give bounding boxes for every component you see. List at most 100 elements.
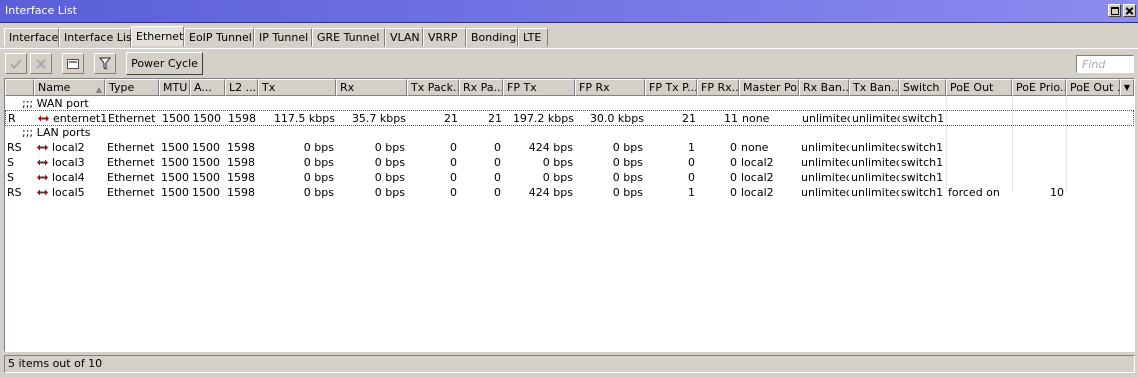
- cell-fp-rx: 0 bps: [612, 171, 643, 184]
- tab-bonding[interactable]: Bonding: [466, 28, 518, 47]
- cell-l2-mtu: 1598: [227, 186, 255, 199]
- cell-tx: 0 bps: [303, 156, 334, 169]
- close-icon[interactable]: [1123, 4, 1136, 17]
- enable-button[interactable]: [5, 53, 27, 74]
- cell-poe-out-status: [1066, 170, 1120, 185]
- tab-gre-tunnel[interactable]: GRE Tunnel: [312, 28, 385, 47]
- cell-tx: 117.5 kbps: [273, 112, 335, 125]
- interface-name: local5: [52, 186, 85, 199]
- cell-actual-mtu: 1500: [193, 112, 221, 125]
- tab-vrrp[interactable]: VRRP: [423, 28, 466, 47]
- cell-flags: RS: [7, 141, 22, 154]
- cell-master-port: local2: [741, 156, 774, 169]
- cell-rx: 35.7 kbps: [351, 112, 406, 125]
- cell-rx: 0 bps: [374, 186, 405, 199]
- cell-poe-priority: [1012, 155, 1066, 170]
- power-cycle-button[interactable]: Power Cycle: [126, 52, 203, 75]
- col-master-port[interactable]: Master Port: [739, 79, 799, 96]
- col-rx-bandwidth[interactable]: Rx Ban...: [799, 79, 849, 96]
- table-row[interactable]: RS local2 Ethernet 1500 1500 1598 0 bps 0 bps 0 0…: [5, 140, 1134, 155]
- col-tx-packets[interactable]: Tx Pack...: [407, 79, 459, 96]
- cell-actual-mtu: 1500: [192, 186, 220, 199]
- cell-master-port: none: [741, 141, 769, 154]
- cell-type: Ethernet: [107, 171, 155, 184]
- maximize-icon[interactable]: [1108, 4, 1121, 17]
- cell-type: Ethernet: [107, 186, 155, 199]
- cell-tx: 0 bps: [303, 171, 334, 184]
- col-fp-rx-packets[interactable]: FP Rx...: [697, 79, 739, 96]
- cell-poe-out-status: [1066, 185, 1120, 200]
- interface-name: local4: [52, 171, 85, 184]
- cell-poe-out: forced on: [948, 186, 1000, 199]
- col-poe-out-status[interactable]: PoE Out ...: [1066, 79, 1120, 96]
- cell-fp-tx: 424 bps: [528, 186, 573, 199]
- ethernet-port-icon: [37, 112, 53, 125]
- cell-tx-packets: 0: [450, 141, 457, 154]
- section-comment-wan: ;;; WAN port: [22, 97, 89, 110]
- cell-type: Ethernet: [107, 141, 155, 154]
- col-rx-packets[interactable]: Rx Pa...: [459, 79, 503, 96]
- cell-mtu: 1500: [161, 156, 189, 169]
- toolbar: Power Cycle: [0, 48, 1138, 78]
- tab-interface[interactable]: Interface: [4, 28, 59, 47]
- filter-button[interactable]: [94, 53, 116, 74]
- table-row[interactable]: RS local5 Ethernet 1500 1500 1598 0 bps 0 bps 0 0…: [5, 185, 1134, 200]
- title-bar[interactable]: Interface List: [0, 0, 1138, 23]
- comment-button[interactable]: [62, 53, 84, 74]
- cell-name: local3: [34, 155, 105, 170]
- col-tx-bandwidth[interactable]: Tx Ban...: [849, 79, 899, 96]
- col-type[interactable]: Type: [105, 79, 159, 96]
- table-row[interactable]: Slocal4 Ethernet 1500 1500 1598 0 bps 0 bps 0 0 0…: [5, 170, 1134, 185]
- cell-fp-tx: 0 bps: [542, 171, 573, 184]
- cell-tx: 0 bps: [303, 186, 334, 199]
- col-fp-tx[interactable]: FP Tx: [503, 79, 575, 96]
- tab-interface-list[interactable]: Interface List: [59, 28, 136, 47]
- table-header: Name ▲ Type MTU A... L2 ... Tx Rx Tx Pack…: [5, 79, 1134, 96]
- cell-actual-mtu: 1500: [192, 141, 220, 154]
- status-bar: 5 items out of 10: [4, 355, 1135, 373]
- column-chooser-icon[interactable]: ▼: [1120, 79, 1134, 96]
- cell-flags: S: [7, 171, 14, 184]
- col-l2-mtu[interactable]: L2 ...: [225, 79, 258, 96]
- col-mtu[interactable]: MTU: [159, 79, 190, 96]
- cell-poe-priority: [1012, 170, 1066, 185]
- col-poe-out[interactable]: PoE Out: [946, 79, 1012, 96]
- col-poe-priority[interactable]: PoE Prio...: [1012, 79, 1066, 96]
- section-comment-lan: ;;; LAN ports: [22, 126, 91, 139]
- cell-name: local2: [34, 140, 105, 155]
- cell-master-port: local2: [741, 186, 774, 199]
- col-rx[interactable]: Rx: [336, 79, 407, 96]
- disable-button[interactable]: [30, 53, 52, 74]
- ethernet-port-icon: [36, 156, 52, 169]
- cell-mtu: 1500: [161, 141, 189, 154]
- col-actual-mtu[interactable]: A...: [190, 79, 225, 96]
- cell-rx-packets: 0: [494, 141, 501, 154]
- cell-fp-rx-packets: 0: [730, 156, 737, 169]
- cell-rx: 0 bps: [374, 141, 405, 154]
- ethernet-table: Name ▲ Type MTU A... L2 ... Tx Rx Tx Pack…: [4, 78, 1135, 352]
- tab-ip-tunnel[interactable]: IP Tunnel: [254, 28, 312, 47]
- col-fp-tx-packets[interactable]: FP Tx P...: [645, 79, 697, 96]
- tab-lte[interactable]: LTE: [518, 28, 548, 47]
- tab-ethernet[interactable]: Ethernet: [131, 26, 184, 47]
- table-row[interactable]: Slocal3 Ethernet 1500 1500 1598 0 bps 0 bps 0 0 0…: [5, 155, 1134, 170]
- tab-eoip-tunnel[interactable]: EoIP Tunnel: [184, 28, 254, 47]
- col-flags[interactable]: [5, 79, 34, 96]
- col-fp-rx[interactable]: FP Rx: [575, 79, 645, 96]
- cell-tx-packets: 0: [450, 186, 457, 199]
- tab-vlan[interactable]: VLAN: [385, 28, 423, 47]
- cell-switch: switch1: [901, 171, 944, 184]
- find-input[interactable]: [1076, 55, 1134, 73]
- cell-flags: R: [8, 112, 16, 125]
- cell-fp-rx-packets: 11: [724, 112, 738, 125]
- cell-fp-tx-packets: 0: [688, 156, 695, 169]
- interface-name: local3: [52, 156, 85, 169]
- cell-tx-bandwidth: unlimited: [851, 186, 899, 199]
- col-tx[interactable]: Tx: [258, 79, 336, 96]
- col-name[interactable]: Name ▲: [34, 79, 105, 96]
- cell-poe-out-status: [1066, 155, 1120, 170]
- col-switch[interactable]: Switch: [899, 79, 946, 96]
- table-row[interactable]: Renternet1 Ethernet 1500 1500 1598 117.5 kbps…: [5, 110, 1134, 126]
- sort-arrow-icon: ▲: [95, 85, 102, 94]
- cell-rx-bandwidth: unlimited: [801, 171, 849, 184]
